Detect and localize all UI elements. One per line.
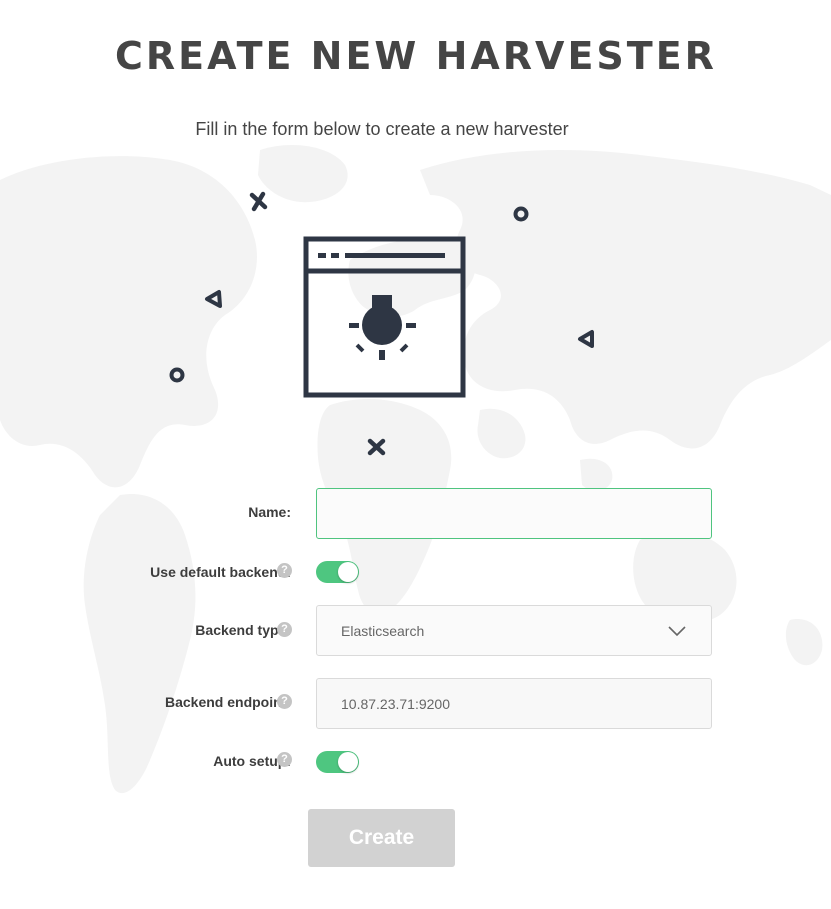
name-label: Name:	[248, 504, 291, 520]
auto-setup-toggle[interactable]	[316, 751, 359, 773]
use-default-backend-toggle[interactable]	[316, 561, 359, 583]
help-icon[interactable]: ?	[277, 622, 292, 637]
page-subtitle: Fill in the form below to create a new h…	[195, 119, 569, 139]
use-default-backend-label: Use default backend:	[150, 564, 291, 580]
toggle-knob	[338, 752, 358, 772]
page-title: CREATE NEW HARVESTER	[115, 34, 717, 78]
name-input[interactable]	[316, 488, 712, 539]
backend-type-select[interactable]: Elasticsearch	[316, 605, 712, 656]
help-icon[interactable]: ?	[277, 752, 292, 767]
create-button[interactable]: Create	[308, 809, 455, 867]
toggle-knob	[338, 562, 358, 582]
backend-endpoint-input[interactable]	[316, 678, 712, 729]
backend-type-value: Elasticsearch	[341, 622, 425, 639]
help-icon[interactable]: ?	[277, 563, 292, 578]
help-icon[interactable]: ?	[277, 694, 292, 709]
backend-endpoint-label: Backend endpoint:	[164, 694, 291, 710]
chevron-down-icon	[668, 625, 686, 636]
